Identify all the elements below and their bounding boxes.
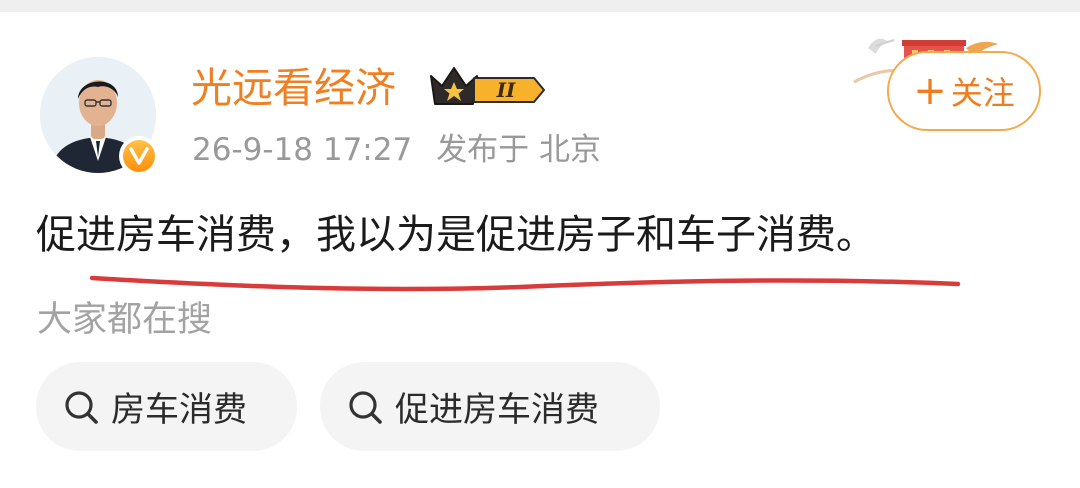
search-chip[interactable]: 房车消费 xyxy=(36,362,297,451)
search-icon xyxy=(349,390,382,424)
search-chip-label: 房车消费 xyxy=(111,390,247,430)
search-chip[interactable]: 促进房车消费 xyxy=(320,362,660,451)
search-chip-label: 促进房车消费 xyxy=(395,390,599,430)
post-location: 发布于 北京 xyxy=(436,132,602,168)
level-badge-text: II xyxy=(496,78,516,102)
related-search-label: 大家都在搜 xyxy=(37,300,213,340)
follow-button[interactable]: + 关注 xyxy=(887,51,1041,131)
top-bar xyxy=(0,0,1080,12)
plus-icon: + xyxy=(913,68,947,114)
red-underline-annotation xyxy=(89,275,961,292)
crown-level-icon: II xyxy=(430,67,545,105)
post-time: 26-9-18 17:27 xyxy=(192,132,413,168)
follow-button-label: 关注 xyxy=(950,74,1015,112)
post-text: 促进房车消费，我以为是促进房子和车子消费。 xyxy=(36,212,876,258)
verified-badge xyxy=(119,136,159,176)
author-name[interactable]: 光远看经济 xyxy=(191,62,396,114)
verified-v-icon xyxy=(129,147,149,165)
post-meta: 26-9-18 17:27 发布于 北京 xyxy=(192,130,601,170)
search-icon xyxy=(65,390,98,424)
